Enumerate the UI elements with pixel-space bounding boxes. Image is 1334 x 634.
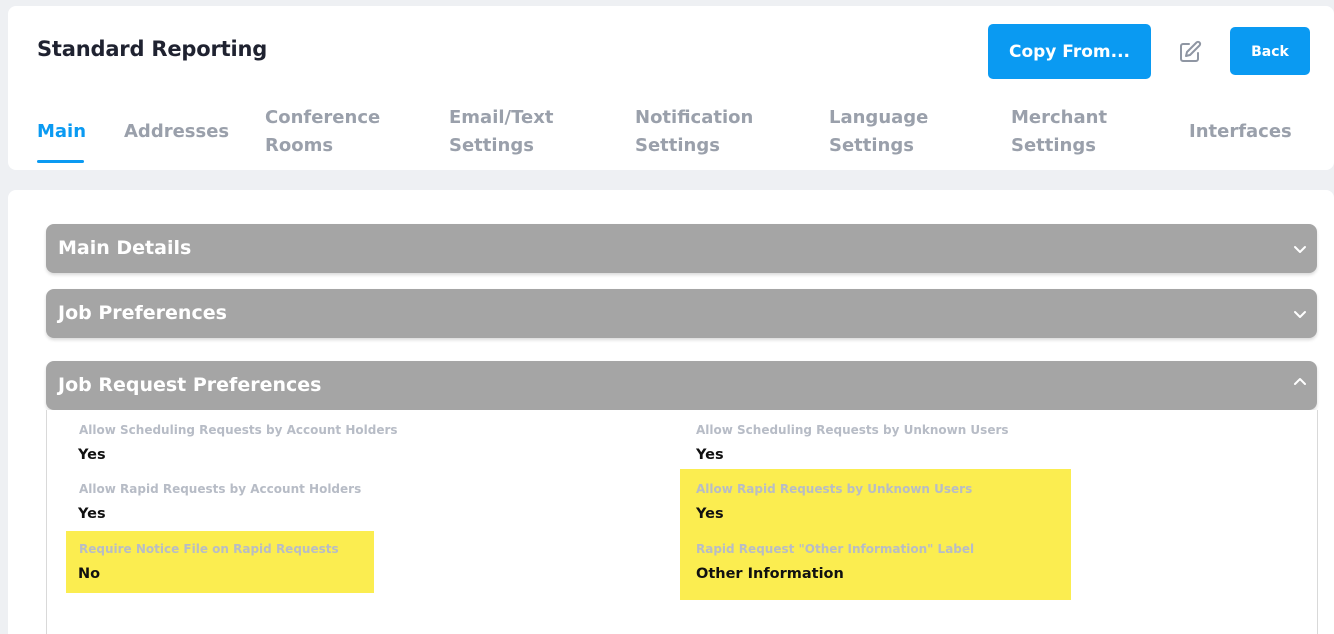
field-label: Require Notice File on Rapid Requests bbox=[79, 542, 339, 556]
accordion-title: Job Preferences bbox=[58, 302, 227, 324]
accordion-job-request-preferences[interactable]: Job Request Preferences bbox=[46, 361, 1317, 410]
tab-merchant-settings[interactable]: Merchant Settings bbox=[1011, 104, 1107, 160]
field-value: Other Information bbox=[696, 566, 844, 582]
field-value: Yes bbox=[696, 447, 724, 463]
active-tab-indicator bbox=[37, 160, 84, 163]
back-button[interactable]: Back bbox=[1230, 27, 1310, 75]
field-label: Rapid Request "Other Information" Label bbox=[696, 542, 975, 556]
accordion-job-preferences[interactable]: Job Preferences bbox=[46, 289, 1317, 338]
tab-interfaces[interactable]: Interfaces bbox=[1189, 118, 1292, 146]
field-value: Yes bbox=[78, 506, 106, 522]
accordion-main-details[interactable]: Main Details bbox=[46, 224, 1317, 273]
field-value: Yes bbox=[696, 506, 724, 522]
field-label: Allow Scheduling Requests by Account Hol… bbox=[79, 423, 398, 437]
field-label: Allow Scheduling Requests by Unknown Use… bbox=[696, 423, 1009, 437]
tab-email-text-settings[interactable]: Email/Text Settings bbox=[449, 104, 553, 160]
page-title: Standard Reporting bbox=[37, 37, 268, 61]
edit-pencil-icon[interactable] bbox=[1178, 40, 1202, 64]
field-value: No bbox=[78, 566, 101, 582]
tab-addresses[interactable]: Addresses bbox=[124, 118, 229, 146]
accordion-title: Main Details bbox=[58, 237, 192, 259]
highlight-left bbox=[66, 531, 374, 593]
tab-conference-rooms[interactable]: Conference Rooms bbox=[265, 104, 380, 160]
field-label: Allow Rapid Requests by Account Holders bbox=[79, 482, 362, 496]
tab-notification-settings[interactable]: Notification Settings bbox=[635, 104, 753, 160]
copy-from-button[interactable]: Copy From... bbox=[988, 24, 1151, 79]
chevron-down-icon bbox=[1293, 306, 1307, 320]
chevron-up-icon bbox=[1293, 373, 1307, 387]
field-label: Allow Rapid Requests by Unknown Users bbox=[696, 482, 973, 496]
tab-language-settings[interactable]: Language Settings bbox=[829, 104, 928, 160]
tab-main[interactable]: Main bbox=[37, 118, 86, 146]
field-value: Yes bbox=[78, 447, 106, 463]
chevron-down-icon bbox=[1293, 241, 1307, 255]
accordion-title: Job Request Preferences bbox=[58, 374, 322, 396]
